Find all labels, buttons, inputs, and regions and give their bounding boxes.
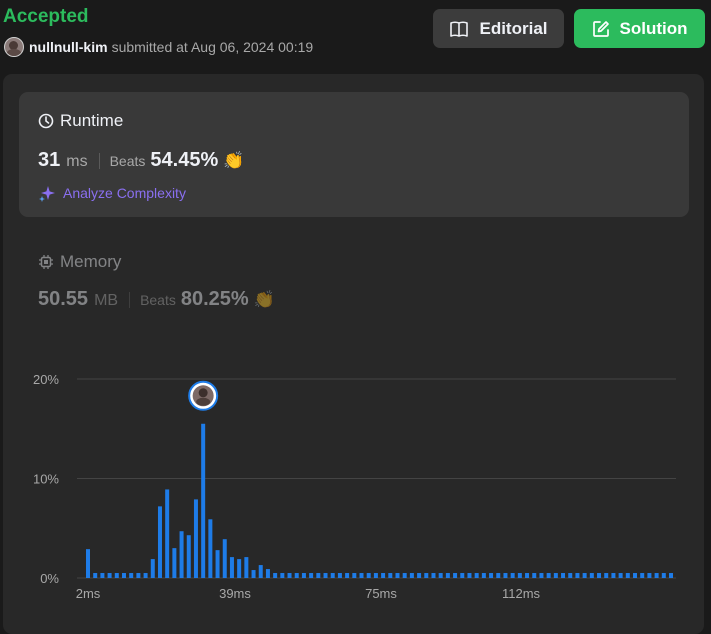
- chart-bar[interactable]: [589, 573, 594, 578]
- chart-bar[interactable]: [381, 573, 386, 578]
- chart-bar[interactable]: [373, 573, 378, 578]
- chart-bar[interactable]: [193, 499, 198, 578]
- chart-bar[interactable]: [654, 573, 659, 578]
- chart-bar[interactable]: [424, 573, 429, 578]
- chart-bar[interactable]: [316, 573, 321, 578]
- chart-bar[interactable]: [323, 573, 328, 578]
- chart-bar[interactable]: [229, 557, 234, 578]
- chart-bar[interactable]: [460, 573, 465, 578]
- chart-bar[interactable]: [301, 573, 306, 578]
- chart-bar[interactable]: [129, 573, 134, 578]
- chart-bar[interactable]: [503, 573, 508, 578]
- chart-bar[interactable]: [582, 573, 587, 578]
- chart-bar[interactable]: [179, 531, 184, 578]
- y-tick-label: 20%: [33, 372, 59, 387]
- x-tick-label: 112ms: [502, 586, 541, 601]
- chart-bar[interactable]: [143, 573, 148, 578]
- chart-bar[interactable]: [244, 557, 249, 578]
- chart-bar[interactable]: [402, 573, 407, 578]
- x-tick-label: 39ms: [219, 586, 251, 601]
- chart-bar[interactable]: [467, 573, 472, 578]
- chart-bar[interactable]: [395, 573, 400, 578]
- chart-bar[interactable]: [633, 573, 638, 578]
- chart-bar[interactable]: [330, 573, 335, 578]
- chart-bar[interactable]: [337, 573, 342, 578]
- chart-bar[interactable]: [287, 573, 292, 578]
- chart-bar[interactable]: [546, 573, 551, 578]
- chart-bar[interactable]: [517, 573, 522, 578]
- chart-bar[interactable]: [661, 573, 666, 578]
- chart-bar[interactable]: [258, 565, 263, 578]
- chart-bar[interactable]: [618, 573, 623, 578]
- chart-bar[interactable]: [352, 573, 357, 578]
- chart-bar[interactable]: [669, 573, 673, 578]
- chart-bar[interactable]: [280, 573, 285, 578]
- chart-bar[interactable]: [273, 573, 278, 578]
- user-marker-avatar-head: [198, 388, 208, 398]
- chart-bar[interactable]: [431, 573, 436, 578]
- chart-bar[interactable]: [107, 573, 112, 578]
- runtime-distribution-chart[interactable]: 20% 10% 0% 2ms 39ms 75ms 112ms: [0, 0, 711, 608]
- chart-bar[interactable]: [345, 573, 350, 578]
- chart-bar[interactable]: [532, 573, 537, 578]
- chart-bar[interactable]: [157, 506, 162, 578]
- chart-bar[interactable]: [86, 549, 90, 578]
- x-tick-label: 2ms: [76, 586, 101, 601]
- chart-bar[interactable]: [150, 559, 155, 578]
- chart-bar[interactable]: [647, 573, 652, 578]
- x-tick-label: 75ms: [365, 586, 397, 601]
- chart-bar[interactable]: [474, 573, 479, 578]
- chart-bar[interactable]: [453, 573, 458, 578]
- user-marker-avatar-body: [196, 397, 211, 406]
- chart-bar[interactable]: [445, 573, 450, 578]
- chart-bar[interactable]: [172, 548, 177, 578]
- chart-bar[interactable]: [611, 573, 616, 578]
- chart-bar[interactable]: [186, 535, 191, 578]
- chart-bar[interactable]: [481, 573, 486, 578]
- chart-bar[interactable]: [208, 519, 213, 578]
- chart-bar[interactable]: [496, 573, 501, 578]
- chart-bar[interactable]: [640, 573, 645, 578]
- chart-bar[interactable]: [525, 573, 530, 578]
- chart-bar[interactable]: [561, 573, 566, 578]
- chart-bar[interactable]: [215, 550, 220, 578]
- chart-bar[interactable]: [417, 573, 422, 578]
- chart-bar[interactable]: [597, 573, 602, 578]
- chart-bar[interactable]: [409, 573, 414, 578]
- chart-bar[interactable]: [114, 573, 119, 578]
- chart-bar[interactable]: [309, 573, 314, 578]
- chart-bar[interactable]: [388, 573, 393, 578]
- chart-bar[interactable]: [222, 539, 227, 578]
- chart-bar[interactable]: [265, 569, 270, 578]
- chart-bar[interactable]: [294, 573, 299, 578]
- chart-bar[interactable]: [201, 423, 206, 578]
- chart-bar[interactable]: [625, 573, 630, 578]
- chart-bar[interactable]: [438, 573, 443, 578]
- chart-bar[interactable]: [366, 573, 371, 578]
- chart-bar[interactable]: [359, 573, 364, 578]
- chart-bar[interactable]: [604, 573, 609, 578]
- chart-bar[interactable]: [489, 573, 494, 578]
- y-tick-label: 10%: [33, 472, 59, 487]
- chart-bar[interactable]: [100, 573, 105, 578]
- chart-bar[interactable]: [93, 573, 98, 578]
- chart-bar[interactable]: [539, 573, 544, 578]
- chart-bar[interactable]: [136, 573, 141, 578]
- chart-bar[interactable]: [251, 570, 256, 578]
- chart-bar[interactable]: [165, 489, 170, 578]
- chart-bar[interactable]: [568, 573, 573, 578]
- chart-bar[interactable]: [237, 559, 242, 578]
- y-tick-label: 0%: [40, 571, 59, 586]
- chart-bar[interactable]: [553, 573, 558, 578]
- chart-bar[interactable]: [575, 573, 580, 578]
- chart-bar[interactable]: [121, 573, 126, 578]
- chart-bar[interactable]: [510, 573, 515, 578]
